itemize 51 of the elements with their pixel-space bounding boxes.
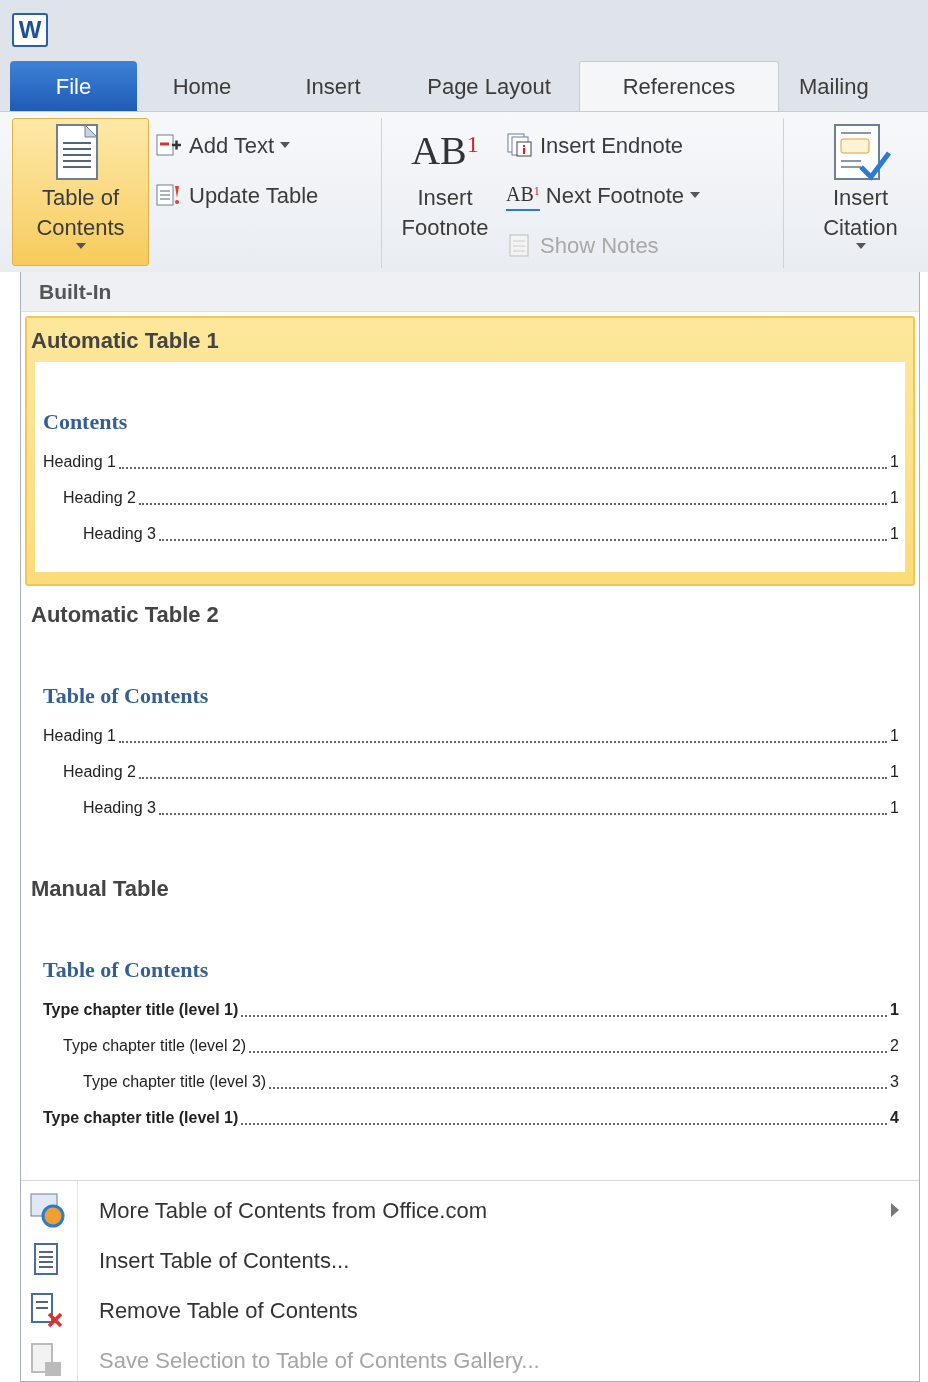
document-delete-icon (29, 1292, 65, 1328)
ribbon-tab[interactable]: Mailing (779, 61, 899, 111)
ribbon-tab[interactable]: Insert (267, 61, 399, 111)
gallery-item[interactable]: Automatic Table 1 Contents Heading 1 1 Heading 2 1 Heading 3 1 (25, 316, 915, 586)
ribbon-button[interactable]: Add Text (155, 124, 319, 166)
menu-item[interactable]: Insert Table of Contents... (21, 1235, 919, 1285)
stacked-pages-icon (506, 132, 534, 158)
ribbon-tab[interactable]: File (10, 61, 137, 111)
ribbon-tab[interactable]: Home (137, 61, 267, 111)
ribbon-button[interactable]: AB$^{1}$ Next Footnote (506, 174, 700, 216)
toc-entry: Type chapter title (level 1) (43, 1000, 239, 1020)
page-number: 1 (890, 452, 899, 472)
toc-entry: Heading 3 (83, 524, 156, 544)
page-number: 1 (890, 798, 899, 818)
page-number: 3 (890, 1072, 899, 1092)
menu-item[interactable]: More Table of Contents from Office.com (21, 1185, 919, 1235)
page-number: 1 (890, 726, 899, 746)
ribbon-button[interactable]: AB$^{1}$ Insert Footnote (390, 118, 500, 266)
page-number: 1 (890, 524, 899, 544)
gallery-item[interactable]: Automatic Table 2 Table of Contents Heading 1 1 Heading 2 1 Heading 3 1 (25, 590, 915, 860)
toc-heading: Contents (43, 408, 129, 436)
menu-item[interactable]: Remove Table of Contents (21, 1285, 919, 1335)
ribbon-button[interactable]: Table of Contents (12, 118, 149, 266)
ribbon-tab[interactable]: References (579, 61, 779, 111)
app-logo: W (12, 13, 48, 47)
page-number: 2 (890, 1036, 899, 1056)
toc-entry: Heading 3 (83, 798, 156, 818)
ribbon-button[interactable]: Insert Citation (792, 118, 928, 266)
ribbon-button[interactable]: Update Table (155, 174, 319, 216)
page-number: 4 (890, 1108, 899, 1128)
toc-heading: Table of Contents (43, 956, 210, 984)
document-plus-icon (155, 132, 183, 158)
page-number: 1 (890, 488, 899, 508)
footnote-icon: AB$^{1}$ (411, 123, 479, 183)
toc-entry: Type chapter title (level 1) (43, 1108, 239, 1128)
toc-entry: Heading 1 (43, 452, 116, 472)
toc-entry: Heading 2 (63, 762, 136, 782)
section-header: Built-In (21, 272, 919, 312)
toc-entry: Type chapter title (level 3) (83, 1072, 267, 1092)
ribbon-tab[interactable]: Page Layout (399, 61, 579, 111)
toc-entry: Type chapter title (level 2) (63, 1036, 247, 1056)
toc-entry: Heading 2 (63, 488, 136, 508)
toc-entry: Heading 1 (43, 726, 116, 746)
gallery-item[interactable]: Manual Table Table of Contents Type chapter title (level 1) 1 Type chapter title (level 2) 2 Type chapter title (level 3) 3 Type chapter title (level 1) 4 (25, 864, 915, 1170)
gallery-item-title: Automatic Table 1 (30, 326, 220, 355)
toc-heading: Table of Contents (43, 682, 210, 710)
page-number: 1 (890, 1000, 899, 1020)
ribbon-button[interactable]: Insert Endnote (506, 124, 700, 166)
gallery-item-title: Manual Table (30, 874, 170, 903)
page-number: 1 (890, 762, 899, 782)
gallery-item-title: Automatic Table 2 (30, 600, 220, 629)
